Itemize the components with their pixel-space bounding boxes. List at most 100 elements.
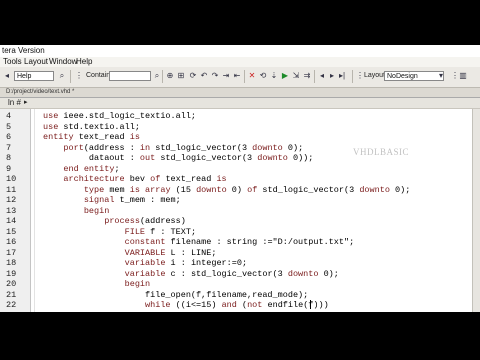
code-text: use std.textio.all;: [43, 121, 140, 132]
watermark: VHDLBASIC: [353, 147, 410, 157]
application-window: tera Version Tools Layout Window Help ◂ …: [0, 45, 480, 312]
help-search-input[interactable]: Help: [14, 71, 54, 81]
code-line[interactable]: 21 file_open(f,filename,read_mode);: [0, 290, 472, 300]
line-number: 5: [6, 121, 12, 132]
restart-icon[interactable]: ⟲: [258, 71, 268, 81]
line-number: 17: [6, 247, 17, 258]
code-text: begin: [124, 279, 151, 289]
sort-arrow-icon[interactable]: ▸: [24, 98, 28, 108]
code-text: constant filename : string :="D:/output.…: [124, 237, 355, 247]
code-line[interactable]: 5 use std.textio.all;: [0, 122, 472, 132]
line-number: 13: [6, 205, 17, 216]
code-text: variable i : integer:=0;: [124, 258, 248, 268]
code-text: variable c : std_logic_vector(3 downto 0…: [124, 268, 339, 279]
line-number-header: ln #: [8, 98, 21, 107]
document-path-bar: D:/project/video/text.vhd *: [0, 88, 480, 98]
menu-layout[interactable]: Layout: [24, 57, 48, 67]
text-cursor: [310, 300, 311, 309]
line-number: 14: [6, 216, 17, 226]
code-line[interactable]: 20 begin: [0, 279, 472, 289]
line-number: 10: [6, 174, 17, 184]
code-text: VARIABLE L : LINE;: [124, 247, 217, 258]
prev-icon[interactable]: ◂: [317, 71, 327, 81]
menu-tools[interactable]: Tools: [3, 57, 22, 67]
editor-header: ln # ▸: [0, 98, 480, 109]
chevron-down-icon[interactable]: ▾: [436, 71, 446, 81]
code-editor[interactable]: 4 use ieee.std_logic_textio.all; 5 use std.…: [0, 109, 472, 312]
menu-help[interactable]: Help: [76, 57, 92, 67]
code-line[interactable]: 11 type mem is array (15 downto 0) of st…: [0, 185, 472, 195]
line-number: 12: [6, 195, 17, 205]
redo-icon[interactable]: ↷: [210, 71, 220, 81]
run-icon[interactable]: ▶: [280, 71, 290, 81]
document-path: D:/project/video/text.vhd *: [6, 89, 75, 95]
line-number: 9: [6, 163, 12, 174]
code-line[interactable]: 9 end entity;: [0, 164, 472, 174]
code-text: end entity;: [63, 163, 120, 174]
line-number: 23: [6, 311, 28, 313]
continue-icon[interactable]: ⇉: [302, 71, 312, 81]
line-number: 21: [6, 289, 17, 300]
code-line[interactable]: 23 end process;: [0, 311, 472, 313]
code-text: while ((i<=15) and (not endfile(f))): [145, 300, 329, 310]
help-search-icon[interactable]: ⌕: [57, 71, 67, 81]
indent-icon[interactable]: ⇥: [221, 71, 231, 81]
contains-input[interactable]: [109, 71, 151, 81]
toolbar-separator: [352, 70, 353, 83]
code-line[interactable]: 14 process(address): [0, 216, 472, 226]
end-icon[interactable]: ▸|: [337, 71, 347, 81]
toolbar-separator: [314, 70, 315, 83]
code-text: type mem is array (15 downto 0) of std_l…: [83, 184, 411, 195]
vertical-scrollbar[interactable]: [472, 109, 480, 312]
code-line[interactable]: 16 constant filename : string :="D:/outp…: [0, 237, 472, 247]
step-icon[interactable]: ⇣: [269, 71, 279, 81]
code-text: architecture bev of text_read is: [63, 174, 227, 184]
line-number: 19: [6, 268, 17, 279]
menu-window[interactable]: Window: [49, 57, 77, 67]
title-bar: tera Version: [0, 45, 480, 57]
code-text: dataout : out std_logic_vector(3 downto …: [43, 153, 314, 163]
line-number: 8: [6, 153, 12, 163]
code-text: end process;: [43, 311, 165, 313]
menu-bar: Tools Layout Window Help: [0, 57, 480, 67]
line-number: 6: [6, 132, 12, 142]
column-layout-icon[interactable]: ▥: [458, 71, 468, 81]
code-text: port(address : in std_logic_vector(3 dow…: [63, 142, 304, 153]
code-line[interactable]: 15 FILE f : TEXT;: [0, 227, 472, 237]
code-line[interactable]: 4 use ieee.std_logic_textio.all;: [0, 111, 472, 121]
code-line[interactable]: 12 signal t_mem : mem;: [0, 195, 472, 205]
code-line[interactable]: 18 variable i : integer:=0;: [0, 258, 472, 268]
outdent-icon[interactable]: ⇤: [232, 71, 242, 81]
step-over-icon[interactable]: ⇲: [291, 71, 301, 81]
toolbar-separator: [162, 70, 163, 83]
compile-icon[interactable]: ⊕: [165, 71, 175, 81]
code-text: use ieee.std_logic_textio.all;: [43, 111, 197, 121]
line-number: 20: [6, 279, 17, 289]
compile-all-icon[interactable]: ⊞: [176, 71, 186, 81]
line-number: 15: [6, 226, 17, 237]
find-icon[interactable]: ⌕: [152, 71, 162, 81]
code-line[interactable]: 22 while ((i<=15) and (not endfile(f))): [0, 300, 472, 310]
line-number: 7: [6, 142, 12, 153]
code-text: FILE f : TEXT;: [124, 226, 197, 237]
arrow-icon[interactable]: ◂: [2, 71, 12, 81]
line-number: 22: [6, 300, 17, 310]
break-icon[interactable]: ✕: [247, 71, 257, 81]
line-number: 16: [6, 237, 17, 247]
code-line[interactable]: 19 variable c : std_logic_vector(3 downt…: [0, 269, 472, 279]
window-title: tera Version: [2, 46, 45, 55]
refresh-icon[interactable]: ⟳: [188, 71, 198, 81]
line-number: 11: [6, 184, 17, 195]
code-line[interactable]: 6 entity text_read is: [0, 132, 472, 142]
layout-select[interactable]: NoDesign: [384, 71, 444, 81]
grip-icon: ⋮: [75, 71, 83, 80]
toolbar-separator: [244, 70, 245, 83]
next-icon[interactable]: ▸: [327, 71, 337, 81]
code-line[interactable]: 13 begin: [0, 206, 472, 216]
code-text: signal t_mem : mem;: [83, 195, 181, 205]
layout-label: Layout: [364, 72, 386, 79]
code-line[interactable]: 10 architecture bev of text_read is: [0, 174, 472, 184]
code-line[interactable]: 17 VARIABLE L : LINE;: [0, 248, 472, 258]
undo-icon[interactable]: ↶: [199, 71, 209, 81]
code-text: file_open(f,filename,read_mode);: [43, 289, 309, 300]
